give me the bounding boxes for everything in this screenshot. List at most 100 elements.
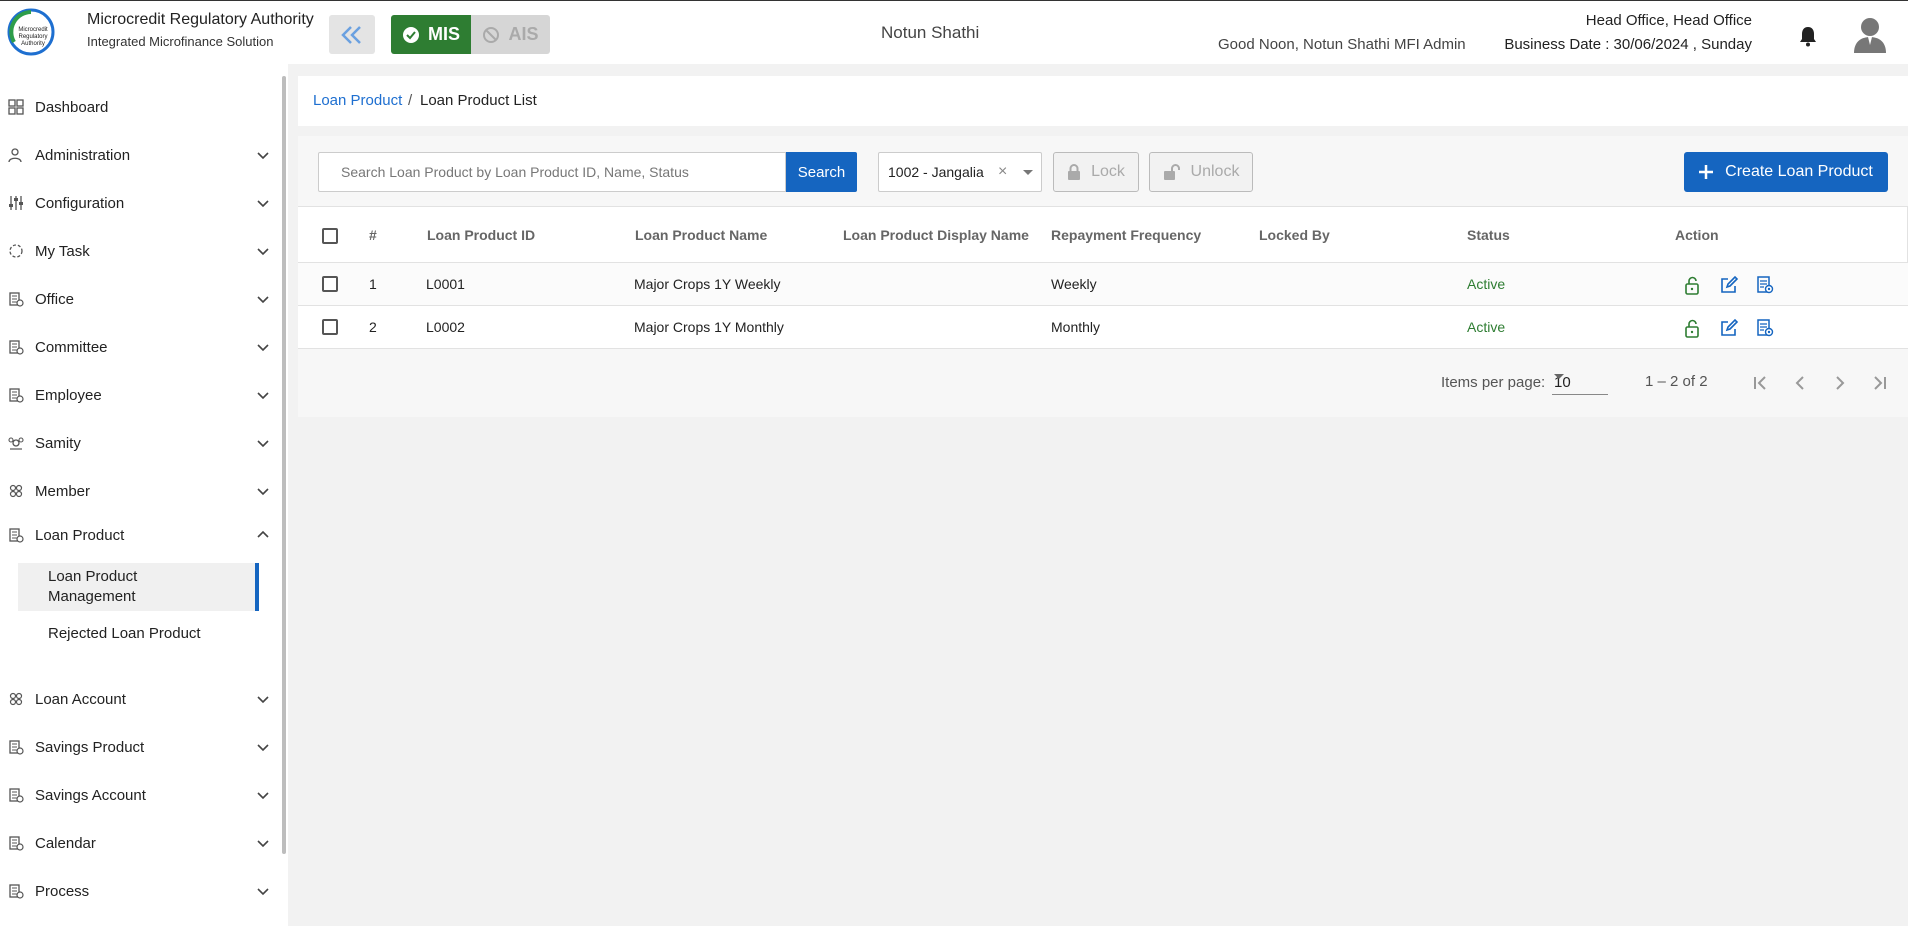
search-field: [318, 152, 786, 192]
configuration-icon: [9, 196, 23, 210]
unlock-label: Unlock: [1190, 163, 1240, 180]
chevron-down-icon: [257, 200, 269, 208]
mis-toggle-button[interactable]: MIS: [391, 15, 471, 54]
breadcrumb-link-loan-product[interactable]: Loan Product: [313, 92, 402, 109]
mra-logo: Microcredit Regulatory Authority: [7, 8, 55, 56]
samity-icon: [8, 437, 24, 450]
items-per-page-label: Items per page:: [1441, 374, 1546, 391]
search-button[interactable]: Search: [786, 152, 857, 192]
sidebar-item-label: Loan Account: [35, 690, 126, 708]
branch-select[interactable]: 1002 - Jangalia ×: [878, 152, 1042, 192]
status-badge: Active: [1467, 276, 1506, 292]
column-header-display-name[interactable]: Loan Product Display Name: [843, 227, 1029, 243]
sidebar-item-configuration[interactable]: Configuration: [0, 183, 276, 223]
sidebar-item-label: Savings Account: [35, 786, 146, 804]
sidebar: Dashboard Administration Configuration M…: [0, 64, 288, 926]
mis-label: MIS: [427, 24, 460, 44]
page-size-select[interactable]: 10: [1552, 369, 1608, 395]
sidebar-item-label: Office: [35, 290, 74, 308]
search-input[interactable]: [319, 153, 785, 191]
first-page-icon[interactable]: [1750, 373, 1770, 393]
unlock-icon: [1163, 164, 1180, 180]
sidebar-item-label: Savings Product: [35, 738, 145, 756]
business-date: Business Date : 30/06/2024 , Sunday: [1504, 36, 1752, 53]
loan-product-name: Major Crops 1Y Weekly: [634, 276, 781, 292]
column-header-loan-product-id[interactable]: Loan Product ID: [427, 227, 535, 243]
last-page-icon[interactable]: [1870, 373, 1890, 393]
edit-icon[interactable]: [1719, 275, 1739, 295]
unlock-row-icon[interactable]: [1683, 275, 1703, 295]
column-header-repayment-frequency[interactable]: Repayment Frequency: [1051, 227, 1201, 243]
sidebar-scrollbar[interactable]: [282, 76, 286, 854]
sidebar-item-member[interactable]: Member: [0, 471, 276, 511]
notification-bell-icon[interactable]: [1798, 25, 1818, 47]
view-details-icon[interactable]: [1755, 318, 1775, 338]
breadcrumb: Loan Product / Loan Product List: [298, 76, 1908, 126]
loan-product-name: Major Crops 1Y Monthly: [634, 319, 784, 335]
column-header-locked-by[interactable]: Locked By: [1259, 227, 1330, 243]
chevron-down-icon: [257, 888, 269, 896]
edit-icon[interactable]: [1719, 318, 1739, 338]
loan-product-icon: [9, 528, 24, 543]
savings-product-icon: [9, 740, 24, 755]
chevron-down-icon: [257, 696, 269, 704]
sidebar-item-my-task[interactable]: My Task: [0, 231, 276, 271]
row-checkbox[interactable]: [322, 276, 338, 292]
breadcrumb-separator: /: [408, 92, 413, 109]
sidebar-item-loan-product[interactable]: Loan Product: [0, 515, 276, 555]
employee-icon: [9, 388, 24, 403]
sidebar-item-committee[interactable]: Committee: [0, 327, 276, 367]
chevron-down-icon: [257, 296, 269, 304]
sidebar-item-loan-account[interactable]: Loan Account: [0, 679, 276, 719]
sidebar-item-process[interactable]: Process: [0, 871, 276, 911]
sidebar-item-office[interactable]: Office: [0, 279, 276, 319]
sidebar-item-label: Process: [35, 882, 90, 900]
sidebar-item-savings-product[interactable]: Savings Product: [0, 727, 276, 767]
chevron-down-icon: [257, 440, 269, 448]
sidebar-item-samity[interactable]: Samity: [0, 423, 276, 463]
chevron-down-icon: [257, 792, 269, 800]
table-row[interactable]: 1 L0001 Major Crops 1Y Weekly Weekly Act…: [298, 263, 1908, 306]
sidebar-collapse-button[interactable]: [329, 15, 375, 54]
calendar-icon: [9, 836, 24, 851]
sidebar-item-label: Dashboard: [35, 98, 109, 116]
svg-text:Regulatory: Regulatory: [18, 34, 47, 40]
ais-toggle-button[interactable]: AIS: [471, 15, 550, 54]
chevron-down-icon: [257, 344, 269, 352]
sidebar-item-label: Employee: [35, 386, 102, 404]
user-avatar-icon[interactable]: [1852, 15, 1888, 53]
loan-product-list-card: Search 1002 - Jangalia × Lock Unlock Cre…: [298, 136, 1908, 417]
sidebar-item-label: Calendar: [35, 834, 96, 852]
list-toolbar: Search 1002 - Jangalia × Lock Unlock Cre…: [298, 136, 1908, 206]
sidebar-item-label: Samity: [35, 434, 81, 452]
sidebar-item-employee[interactable]: Employee: [0, 375, 276, 415]
table-row[interactable]: 2 L0002 Major Crops 1Y Monthly Monthly A…: [298, 306, 1908, 349]
savings-account-icon: [9, 788, 24, 803]
row-checkbox[interactable]: [322, 319, 338, 335]
sidebar-subitem-loan-product-management[interactable]: Loan Product Management: [18, 563, 259, 611]
column-header-action: Action: [1675, 227, 1719, 243]
view-details-icon[interactable]: [1755, 275, 1775, 295]
sidebar-item-calendar[interactable]: Calendar: [0, 823, 276, 863]
select-all-checkbox[interactable]: [322, 228, 338, 244]
next-page-icon[interactable]: [1830, 373, 1850, 393]
chevron-down-icon: [257, 840, 269, 848]
unlock-row-icon[interactable]: [1683, 318, 1703, 338]
previous-page-icon[interactable]: [1790, 373, 1810, 393]
sidebar-item-administration[interactable]: Administration: [0, 135, 276, 175]
sidebar-item-savings-account[interactable]: Savings Account: [0, 775, 276, 815]
sidebar-item-label: Loan Product: [35, 526, 125, 544]
unlock-button[interactable]: Unlock: [1149, 152, 1253, 192]
create-loan-product-button[interactable]: Create Loan Product: [1684, 152, 1888, 192]
lock-button[interactable]: Lock: [1053, 152, 1139, 192]
dropdown-caret-icon: [1023, 170, 1033, 175]
sidebar-item-dashboard[interactable]: Dashboard: [0, 87, 276, 127]
sidebar-subitem-rejected-loan-product[interactable]: Rejected Loan Product: [18, 614, 259, 654]
clear-icon[interactable]: ×: [998, 163, 1007, 181]
column-header-loan-product-name[interactable]: Loan Product Name: [635, 227, 767, 243]
chevron-down-icon: [257, 392, 269, 400]
lock-icon: [1068, 164, 1081, 180]
process-icon: [9, 884, 24, 899]
sidebar-item-label: Configuration: [35, 194, 125, 212]
column-header-status[interactable]: Status: [1467, 227, 1510, 243]
